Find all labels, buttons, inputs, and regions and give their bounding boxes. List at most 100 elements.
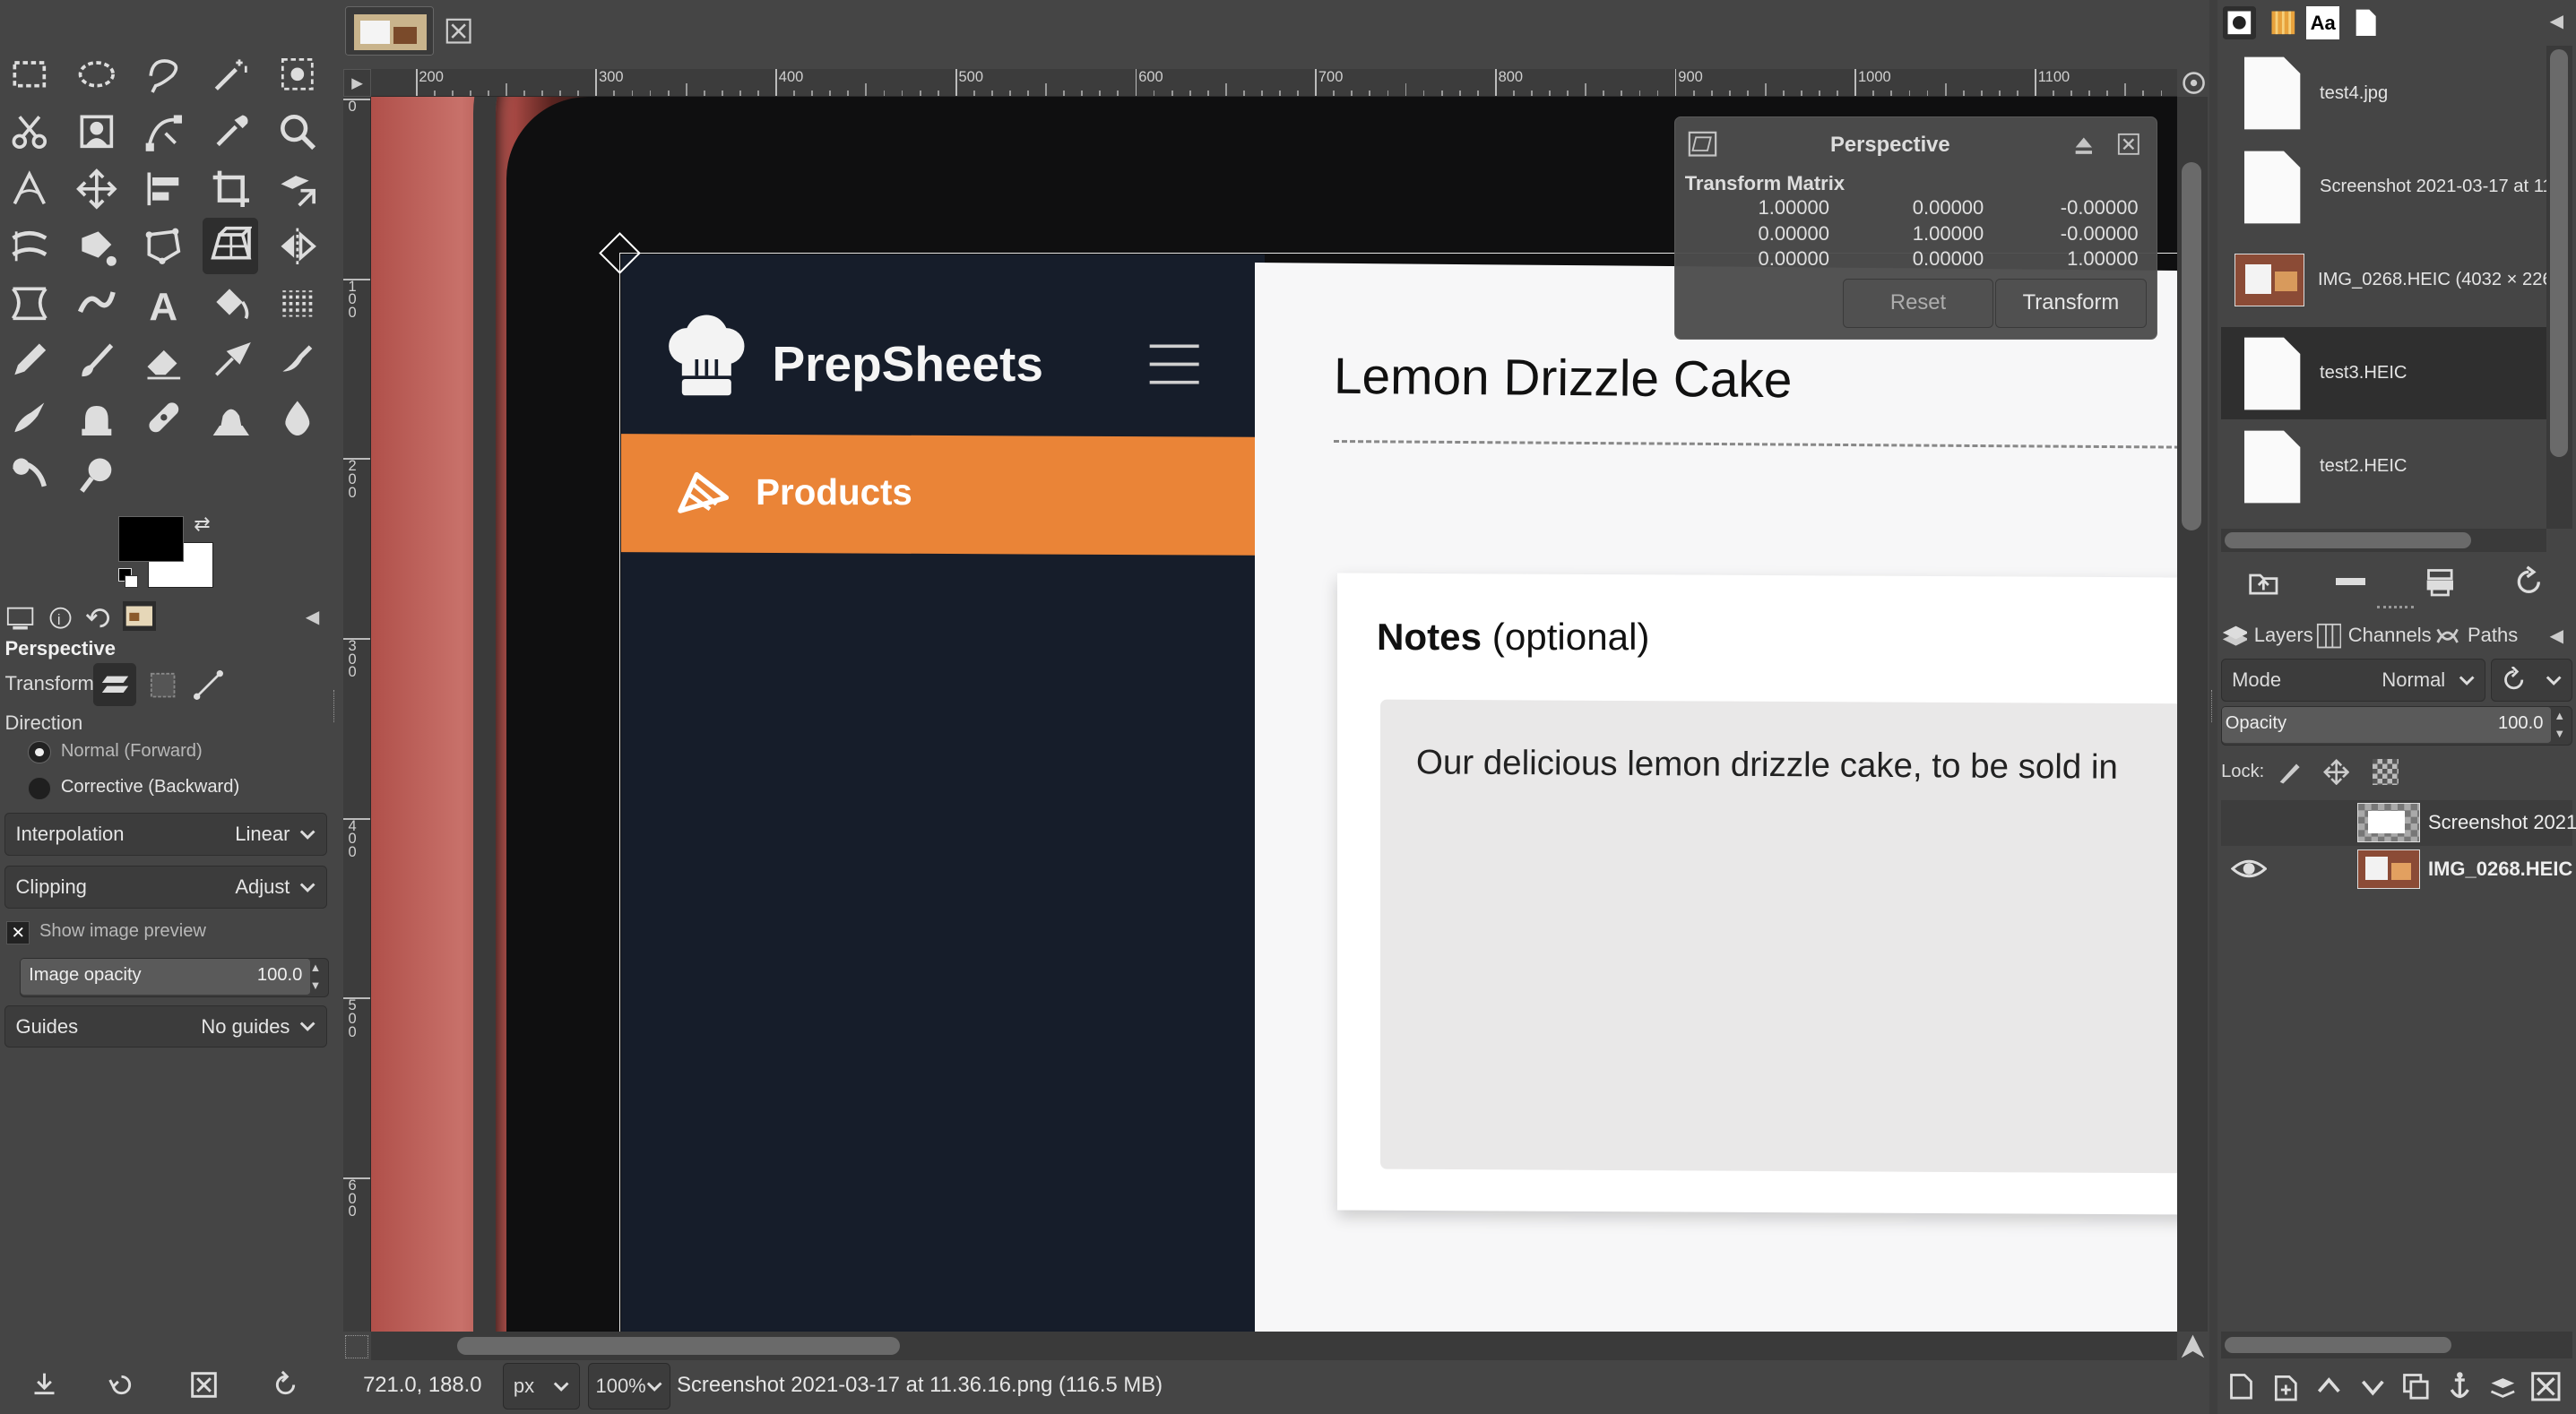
warp-transform-icon[interactable]	[2, 218, 57, 273]
measure-icon[interactable]	[2, 160, 57, 216]
smudge-warp-icon[interactable]	[69, 275, 125, 331]
layer-row-screenshot[interactable]: Screenshot 2021-0	[2221, 799, 2576, 846]
lock-pixels-icon[interactable]	[2277, 759, 2303, 785]
image-tab[interactable]	[344, 6, 434, 56]
fonts-tab-icon[interactable]: Aa	[2306, 6, 2340, 39]
tab-paths[interactable]: Paths	[2434, 617, 2533, 653]
delete-tool-preset-icon[interactable]	[189, 1370, 219, 1400]
fuzzy-select-icon[interactable]	[203, 46, 258, 101]
default-colors-icon[interactable]	[117, 568, 138, 589]
patterns-tab-icon[interactable]	[2267, 6, 2300, 39]
open-image-icon[interactable]	[2247, 565, 2280, 599]
image-list-item[interactable]: IMG_0268.HEIC (4032 × 226	[2221, 234, 2546, 326]
flip-icon[interactable]	[270, 218, 325, 273]
clipping-select[interactable]: Clipping Adjust	[4, 865, 327, 909]
document-history-tab-icon[interactable]	[2353, 6, 2379, 39]
vertical-ruler[interactable]: 0100200300400500600700	[343, 97, 372, 1332]
transform-button[interactable]: Transform	[1995, 278, 2147, 328]
perspective-transform-icon[interactable]	[203, 218, 259, 274]
images-hscroll-thumb[interactable]	[2224, 531, 2471, 549]
tab-layers[interactable]: Layers	[2221, 617, 2313, 653]
ink-icon[interactable]	[270, 332, 325, 388]
mode-reset-button[interactable]	[2490, 658, 2573, 702]
swap-colors-icon[interactable]: ⇄	[194, 513, 210, 536]
configure-tab-icon[interactable]: ◀	[2550, 10, 2564, 32]
device-status-tab-icon[interactable]: i	[46, 605, 75, 631]
close-tab-icon[interactable]	[445, 18, 471, 44]
unit-select[interactable]: px	[502, 1363, 580, 1410]
raise-layer-icon[interactable]	[2312, 1370, 2346, 1403]
horizontal-scrollbar[interactable]	[371, 1332, 2177, 1360]
spinner-arrows-icon[interactable]: ▲ ▼	[310, 959, 322, 995]
image-list-item[interactable]: Screenshot 2021-03-17 at 11	[2221, 141, 2546, 233]
text-icon[interactable]: A	[135, 275, 191, 331]
handle-transform-icon[interactable]	[69, 218, 125, 273]
navigation-arrow-icon[interactable]	[2178, 1332, 2208, 1361]
gegl-warp-icon[interactable]	[2, 275, 57, 331]
close-dialog-icon[interactable]	[2117, 133, 2140, 156]
transform-path-button[interactable]	[191, 663, 227, 706]
transform-layer-button[interactable]	[93, 663, 137, 707]
lower-layer-icon[interactable]	[2356, 1370, 2390, 1403]
blur-icon[interactable]	[270, 390, 325, 445]
tool-options-tab-icon[interactable]	[6, 605, 36, 631]
interpolation-select[interactable]: Interpolation Linear	[4, 813, 327, 856]
image-list-item[interactable]: test2.HEIC	[2221, 421, 2546, 513]
zoom-icon[interactable]	[270, 103, 325, 159]
configure-layers-tab-icon[interactable]: ◀	[2550, 625, 2564, 647]
zoom-select[interactable]: 100%	[588, 1363, 670, 1410]
crop-icon[interactable]	[203, 160, 258, 216]
smudge-tool-icon[interactable]	[2, 447, 57, 503]
left-dock-handle[interactable]	[333, 689, 338, 723]
cage-transform-icon[interactable]	[135, 218, 191, 273]
reset-tool-options-icon[interactable]	[271, 1370, 300, 1400]
image-opacity-spinner[interactable]: Image opacity 100.0 ▲ ▼	[19, 957, 329, 997]
rect-select-icon[interactable]	[2, 46, 57, 101]
heal-icon[interactable]	[135, 390, 191, 445]
dodge-burn-icon[interactable]	[69, 447, 125, 503]
anchor-layer-icon[interactable]	[2443, 1370, 2477, 1403]
layer-row-img[interactable]: IMG_0268.HEIC	[2221, 846, 2572, 892]
navigate-icon[interactable]	[2180, 69, 2208, 97]
direction-corrective-radio[interactable]	[28, 776, 51, 800]
eye-icon[interactable]	[2230, 854, 2268, 884]
lock-position-icon[interactable]	[2322, 758, 2350, 786]
duplicate-layer-icon[interactable]	[2399, 1370, 2433, 1403]
show-preview-label[interactable]: Show image preview	[39, 921, 206, 942]
transform-selection-button[interactable]	[144, 663, 180, 706]
guides-select[interactable]: Guides No guides	[4, 1004, 327, 1048]
layer-opacity-spinner[interactable]: Opacity 100.0 ▲ ▼	[2221, 706, 2573, 746]
align-icon[interactable]	[135, 160, 191, 216]
new-layer-icon[interactable]	[2269, 1370, 2303, 1403]
images-scroll-thumb[interactable]	[2549, 48, 2568, 457]
right-dock-handle[interactable]	[2211, 689, 2216, 723]
image-list-item[interactable]: test3.HEIC	[2221, 327, 2546, 420]
gradient-icon[interactable]	[270, 275, 325, 331]
spinner-arrows-icon[interactable]: ▲ ▼	[2554, 707, 2565, 743]
direction-normal-label[interactable]: Normal (Forward)	[61, 741, 203, 762]
horizontal-ruler[interactable]: 200 300 400 500 600 700 800 900 1000 1100	[371, 68, 2177, 98]
foreground-color-swatch[interactable]	[117, 515, 185, 562]
scissors-select-icon[interactable]	[2, 103, 57, 159]
quick-mask-icon[interactable]	[344, 1335, 368, 1358]
perspective-clone-icon[interactable]	[203, 390, 258, 445]
vertical-scrollbar[interactable]	[2176, 97, 2209, 1332]
mypaint-brush-icon[interactable]	[2, 390, 57, 445]
paths-icon[interactable]	[135, 103, 191, 159]
tab-channels[interactable]: Channels	[2316, 617, 2432, 653]
mode-select[interactable]: Mode Normal	[2221, 658, 2486, 702]
unified-transform-icon[interactable]	[270, 160, 325, 216]
direction-corrective-label[interactable]: Corrective (Backward)	[61, 777, 239, 798]
direction-normal-radio[interactable]	[28, 740, 51, 764]
duplicate-view-icon[interactable]	[2424, 565, 2457, 599]
image-list-item[interactable]: test4.jpg	[2221, 47, 2546, 140]
new-layer-group-icon[interactable]	[2226, 1370, 2260, 1403]
ellipse-select-icon[interactable]	[69, 46, 125, 101]
vertical-scroll-thumb[interactable]	[2182, 162, 2202, 531]
merge-layer-icon[interactable]	[2486, 1370, 2520, 1403]
images-tab-icon[interactable]	[123, 600, 157, 631]
lock-alpha-icon[interactable]	[2372, 758, 2399, 786]
pencil-icon[interactable]	[2, 332, 57, 388]
brushes-tab-icon[interactable]	[2222, 6, 2256, 39]
refresh-icon[interactable]	[2512, 565, 2546, 599]
